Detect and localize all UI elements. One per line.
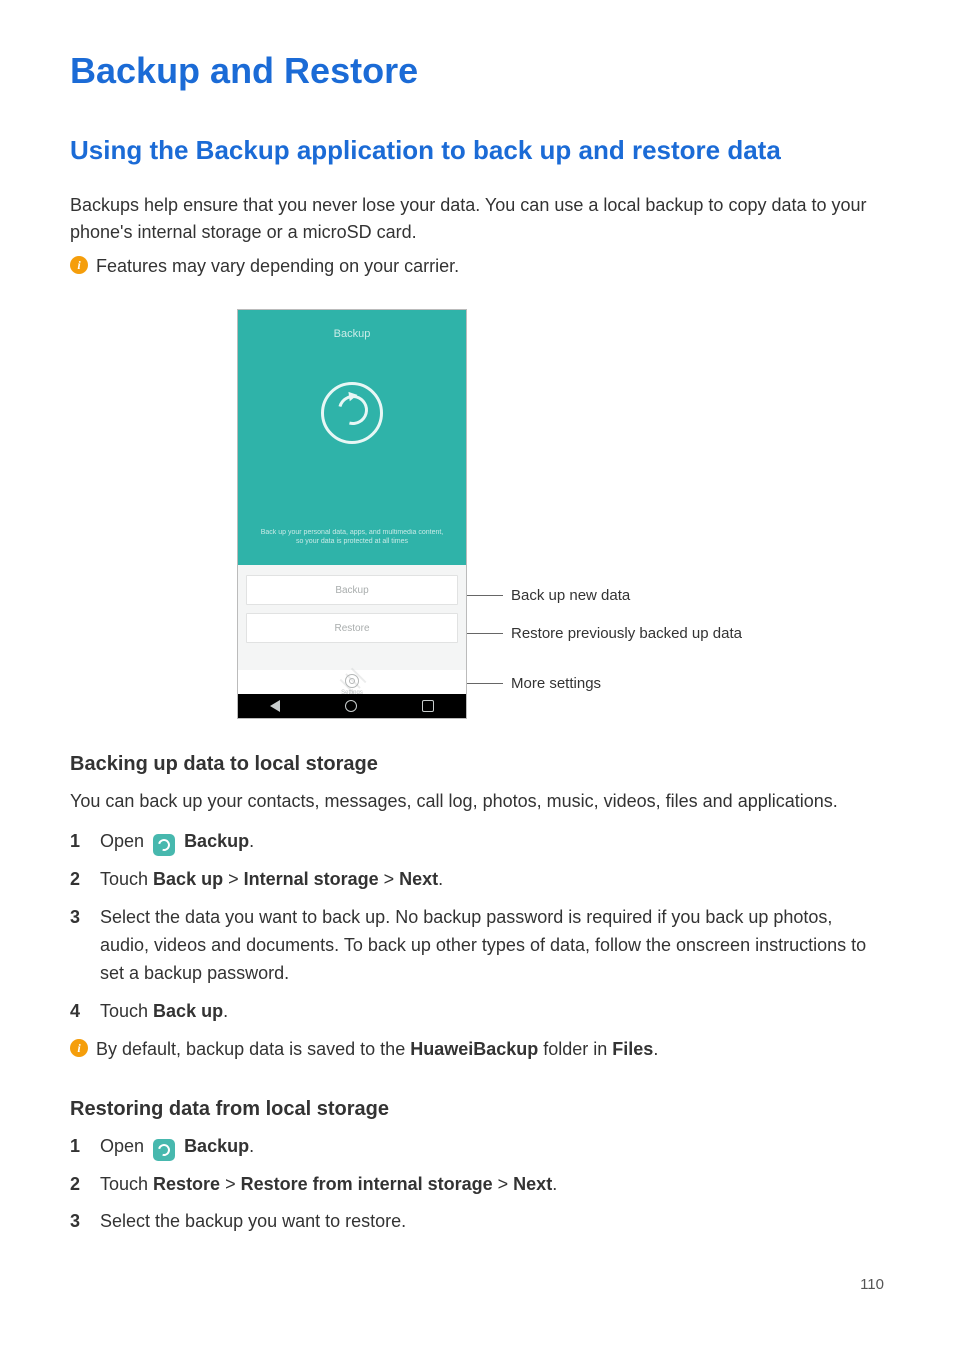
info-icon: i	[70, 256, 88, 274]
page-title: Backup and Restore	[70, 50, 884, 92]
phone-navbar	[238, 694, 466, 718]
section-title: Using the Backup application to back up …	[70, 130, 884, 172]
list-item: 3 Select the backup you want to restore.	[70, 1208, 884, 1236]
subheading-restore: Restoring data from local storage	[70, 1098, 884, 1121]
callout-restore: Restore previously backed up data	[503, 625, 742, 642]
nav-home-icon	[345, 700, 357, 712]
info-note-2: i By default, backup data is saved to th…	[70, 1036, 884, 1064]
info-text: By default, backup data is saved to the …	[96, 1036, 658, 1064]
backup-arc-icon	[321, 382, 383, 444]
page-number: 110	[70, 1276, 884, 1293]
steps-backup: 1 Open Backup. 2 Touch Back up > Interna…	[70, 828, 884, 1025]
list-item: 1 Open Backup.	[70, 1133, 884, 1161]
intro-paragraph: Backups help ensure that you never lose …	[70, 192, 884, 248]
backup-app-icon	[153, 834, 175, 856]
nav-recent-icon	[422, 700, 434, 712]
phone-caption: Back up your personal data, apps, and mu…	[238, 528, 466, 548]
list-item: 1 Open Backup.	[70, 828, 884, 856]
list-item: 3 Select the data you want to back up. N…	[70, 904, 884, 988]
nav-back-icon	[270, 700, 280, 712]
list-item: 2 Touch Back up > Internal storage > Nex…	[70, 866, 884, 894]
gear-icon	[345, 674, 359, 688]
phone-header: Backup	[238, 310, 466, 340]
phone-mock: Backup Back up your personal data, apps,…	[237, 309, 467, 719]
list-item: 4 Touch Back up.	[70, 998, 884, 1026]
info-note-1: i Features may vary depending on your ca…	[70, 253, 884, 281]
callout-settings: More settings	[503, 675, 601, 692]
info-text: Features may vary depending on your carr…	[96, 253, 459, 281]
illustration: Backup Back up your personal data, apps,…	[70, 309, 884, 719]
phone-restore-button: Restore	[246, 613, 458, 643]
backup-intro: You can back up your contacts, messages,…	[70, 788, 884, 816]
backup-app-icon	[153, 1139, 175, 1161]
steps-restore: 1 Open Backup. 2 Touch Restore > Restore…	[70, 1133, 884, 1237]
phone-backup-button: Backup	[246, 575, 458, 605]
info-icon: i	[70, 1039, 88, 1057]
callouts: Back up new data Restore previously back…	[467, 309, 717, 719]
subheading-backup: Backing up data to local storage	[70, 753, 884, 776]
callout-backup: Back up new data	[503, 587, 630, 604]
phone-settings-button: Settings	[238, 674, 466, 696]
list-item: 2 Touch Restore > Restore from internal …	[70, 1171, 884, 1199]
